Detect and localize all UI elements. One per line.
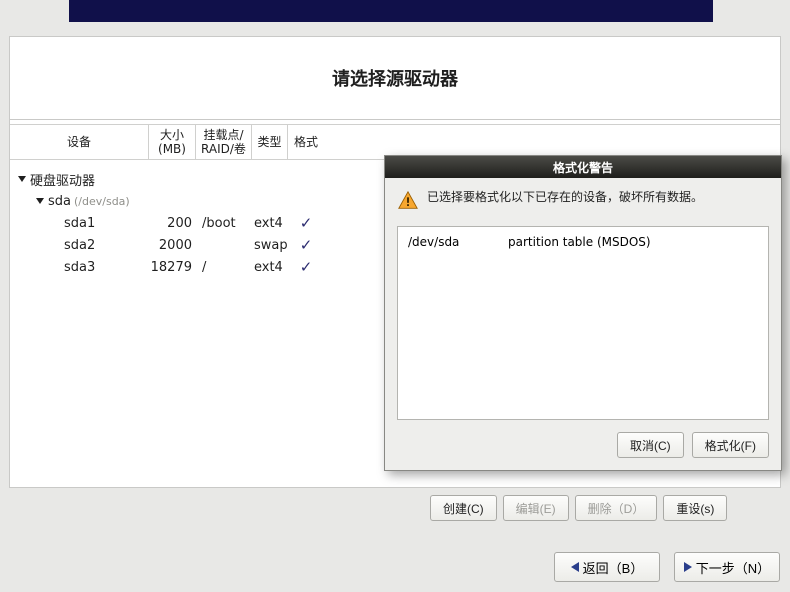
dialog-button-row: 取消(C) 格式化(F) <box>385 420 781 470</box>
expand-icon[interactable] <box>18 176 26 182</box>
create-button[interactable]: 创建(C) <box>430 495 497 521</box>
dialog-device-name: /dev/sda <box>408 235 508 249</box>
arrow-right-icon <box>684 562 692 572</box>
disk-path: (/dev/sda) <box>74 195 130 208</box>
dialog-message: 已选择要格式化以下已存在的设备，破坏所有数据。 <box>427 188 769 205</box>
col-header-mount[interactable]: 挂载点/ RAID/卷 <box>196 125 252 159</box>
partition-action-row: 创建(C) 编辑(E) 删除（D） 重设(s) <box>430 495 727 521</box>
back-button-label: 返回（B） <box>583 558 644 577</box>
delete-button-label: 删除（D） <box>588 500 645 517</box>
partition-mount: / <box>196 260 252 275</box>
partition-type: ext4 <box>252 260 288 275</box>
col-header-size-label: 大小 (MB) <box>158 128 186 157</box>
partition-name: sda2 <box>64 238 95 253</box>
dialog-device-list[interactable]: /dev/sda partition table (MSDOS) <box>397 226 769 420</box>
dialog-body: 已选择要格式化以下已存在的设备，破坏所有数据。 <box>385 178 781 220</box>
format-warning-dialog: 格式化警告 已选择要格式化以下已存在的设备，破坏所有数据。 /dev/sda p… <box>384 155 782 471</box>
col-header-format-label: 格式 <box>294 135 318 149</box>
partition-name: sda1 <box>64 216 95 231</box>
page-title: 请选择源驱动器 <box>332 65 458 91</box>
dialog-format-button[interactable]: 格式化(F) <box>692 432 769 458</box>
col-header-device-label: 设备 <box>67 135 91 149</box>
back-button[interactable]: 返回（B） <box>554 552 660 582</box>
reset-button-label: 重设(s) <box>676 500 714 517</box>
disk-name: sda <box>48 194 71 209</box>
check-icon: ✓ <box>300 214 313 232</box>
edit-button: 编辑(E) <box>503 495 569 521</box>
col-header-format[interactable]: 格式 <box>288 125 324 159</box>
title-area: 请选择源驱动器 <box>10 37 780 120</box>
reset-button[interactable]: 重设(s) <box>663 495 727 521</box>
dialog-cancel-button[interactable]: 取消(C) <box>617 432 684 458</box>
col-header-type-label: 类型 <box>257 135 281 149</box>
check-icon: ✓ <box>300 258 313 276</box>
col-header-type[interactable]: 类型 <box>252 125 288 159</box>
next-button[interactable]: 下一步（N） <box>674 552 780 582</box>
partition-type: ext4 <box>252 216 288 231</box>
dialog-titlebar[interactable]: 格式化警告 <box>385 156 781 178</box>
dialog-cancel-label: 取消(C) <box>630 437 671 454</box>
col-header-device[interactable]: 设备 <box>10 125 149 159</box>
dialog-format-label: 格式化(F) <box>705 437 756 454</box>
partition-type: swap <box>252 238 288 253</box>
partition-mount: /boot <box>196 216 252 231</box>
check-icon: ✓ <box>300 236 313 254</box>
dialog-device-row[interactable]: /dev/sda partition table (MSDOS) <box>408 235 758 249</box>
installer-banner <box>69 0 713 22</box>
partition-name: sda3 <box>64 260 95 275</box>
arrow-left-icon <box>571 562 579 572</box>
dialog-title: 格式化警告 <box>553 159 613 176</box>
partition-size: 18279 <box>149 260 196 275</box>
warning-icon <box>397 190 419 212</box>
create-button-label: 创建(C) <box>443 500 484 517</box>
nav-button-row: 返回（B） 下一步（N） <box>554 552 780 582</box>
expand-icon[interactable] <box>36 198 44 204</box>
edit-button-label: 编辑(E) <box>516 500 556 517</box>
partition-size: 2000 <box>149 238 196 253</box>
dialog-device-desc: partition table (MSDOS) <box>508 235 651 249</box>
col-header-mount-label: 挂载点/ RAID/卷 <box>201 128 246 157</box>
col-header-size[interactable]: 大小 (MB) <box>149 125 196 159</box>
delete-button: 删除（D） <box>575 495 658 521</box>
tree-root-label: 硬盘驱动器 <box>30 170 95 189</box>
next-button-label: 下一步（N） <box>696 558 770 577</box>
partition-size: 200 <box>149 216 196 231</box>
